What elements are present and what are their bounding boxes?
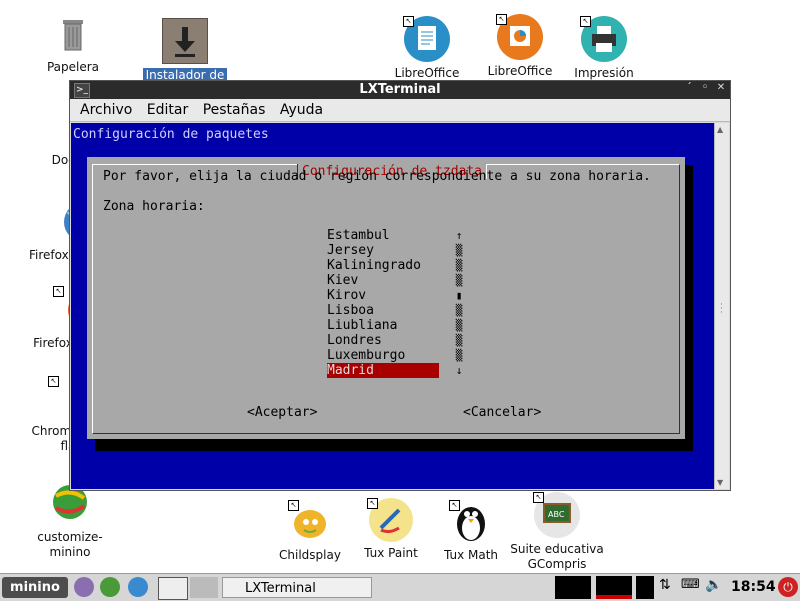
shortcut-arrow-icon: ↖ [53,286,64,297]
terminal-scrollbar[interactable]: ▲ · · · ▼ [714,123,729,489]
window-title: LXTerminal [359,82,441,97]
menu-pestanas[interactable]: Pestañas [203,102,266,118]
scroll-track: ▒ [455,244,463,257]
files-icon[interactable] [74,577,94,597]
dialog-shadow [685,165,693,451]
shortcut-arrow-icon: ↖ [580,16,591,27]
scroll-track: ▒ [455,274,463,287]
start-menu-button[interactable]: minino [2,577,68,598]
menu-archivo[interactable]: Archivo [80,102,132,118]
power-icon[interactable]: ⏻ [778,577,798,597]
scroll-down-icon[interactable]: ▼ [717,478,723,487]
network-monitor [636,576,654,599]
memory-monitor [596,576,632,599]
cancel-button[interactable]: <Cancelar> [463,405,541,420]
keyboard-icon[interactable]: ⌨ [681,577,701,598]
scroll-track: ▒ [455,259,463,272]
list-item[interactable]: Luxemburgo [327,348,457,363]
list-item[interactable]: Londres [327,333,457,348]
scroll-thumb[interactable]: ▮ [454,288,464,303]
list-scrollbar[interactable]: ↑ ▒ ▒ ▒ ▮ ▒ ▒ ▒ ▒ ↓ [454,228,464,378]
browser-icon[interactable] [100,577,120,597]
close-icon[interactable]: ✕ [714,82,728,93]
volume-icon[interactable]: 🔈 [705,577,725,598]
trash-icon [51,12,95,56]
scroll-track: ▒ [455,334,463,347]
more-icon[interactable] [128,577,148,597]
shortcut-arrow-icon: ↖ [449,500,460,511]
taskbar-task-lxterminal[interactable]: LXTerminal [222,577,372,598]
show-desktop-icon[interactable] [158,577,188,600]
scroll-up-arrow-icon[interactable]: ↑ [454,228,464,243]
package-config-header: Configuración de paquetes [73,127,269,142]
list-item[interactable]: Kiev [327,273,457,288]
list-item[interactable]: Kaliningrado [327,258,457,273]
menubar: Archivo Editar Pestañas Ayuda [70,99,730,122]
desktop-icon-customize-minino[interactable]: customize- minino [20,482,120,560]
svg-text:ABC: ABC [548,510,565,519]
desktop-icon-tuxmath[interactable]: Tux Math ↖ [421,500,521,563]
menu-editar[interactable]: Editar [147,102,188,118]
tzdata-dialog: Configuración de tzdata Por favor, elija… [87,157,685,439]
list-item[interactable]: Kirov [327,288,457,303]
dialog-prompt: Por favor, elija la ciudad o región corr… [103,169,651,184]
shortcut-arrow-icon: ↖ [533,492,544,503]
city-list[interactable]: Estambul Jersey Kaliningrado Kiev Kirov … [327,228,457,378]
accept-button[interactable]: <Aceptar> [247,405,317,420]
desktop-icon-installer[interactable]: Instalador de [135,18,235,83]
scroll-grip[interactable]: · · · [720,301,723,318]
scroll-track: ▒ [455,349,463,362]
clock[interactable]: 18:54 [731,579,776,595]
workspace-icon[interactable] [190,577,218,598]
list-item-selected[interactable]: Madrid [327,363,439,378]
list-item[interactable]: Liubliana [327,318,457,333]
menu-ayuda[interactable]: Ayuda [280,102,323,118]
list-item[interactable]: Jersey [327,243,457,258]
shortcut-arrow-icon: ↖ [403,16,414,27]
cpu-monitor [555,576,591,599]
dialog-shadow [95,439,693,451]
scroll-up-icon[interactable]: ▲ [717,125,723,134]
list-item[interactable]: Lisboa [327,303,457,318]
shortcut-arrow-icon: ↖ [496,14,507,25]
desktop-icon-trash[interactable]: Papelera [23,12,123,75]
scroll-down-arrow-icon[interactable]: ↓ [454,363,464,378]
download-box-icon [162,18,208,64]
scroll-track: ▒ [455,319,463,332]
window-titlebar[interactable]: >_ LXTerminal ˊ ◦ ✕ [70,81,730,99]
list-item[interactable]: Estambul [327,228,457,243]
scroll-track: ▒ [455,304,463,317]
desktop-icon-gcompris[interactable]: ABC Suite educativa GCompris ↖ [507,492,607,572]
network-icon[interactable]: ⇅ [659,577,675,598]
minimize-icon[interactable]: ˊ [682,82,696,93]
taskbar: minino LXTerminal ⇅ ⌨ 🔈 18:54 ⏻ [0,573,800,601]
desktop-icon-printer[interactable]: Impresión ↖ [554,16,654,81]
shortcut-arrow-icon: ↖ [367,498,378,509]
shortcut-arrow-icon: ↖ [48,376,59,387]
zone-label: Zona horaria: [103,199,205,214]
terminal-area[interactable]: Configuración de paquetes Configuración … [71,123,715,489]
terminal-window[interactable]: >_ LXTerminal ˊ ◦ ✕ Archivo Editar Pesta… [69,80,731,491]
maximize-icon[interactable]: ◦ [698,82,712,93]
shortcut-arrow-icon: ↖ [288,500,299,511]
